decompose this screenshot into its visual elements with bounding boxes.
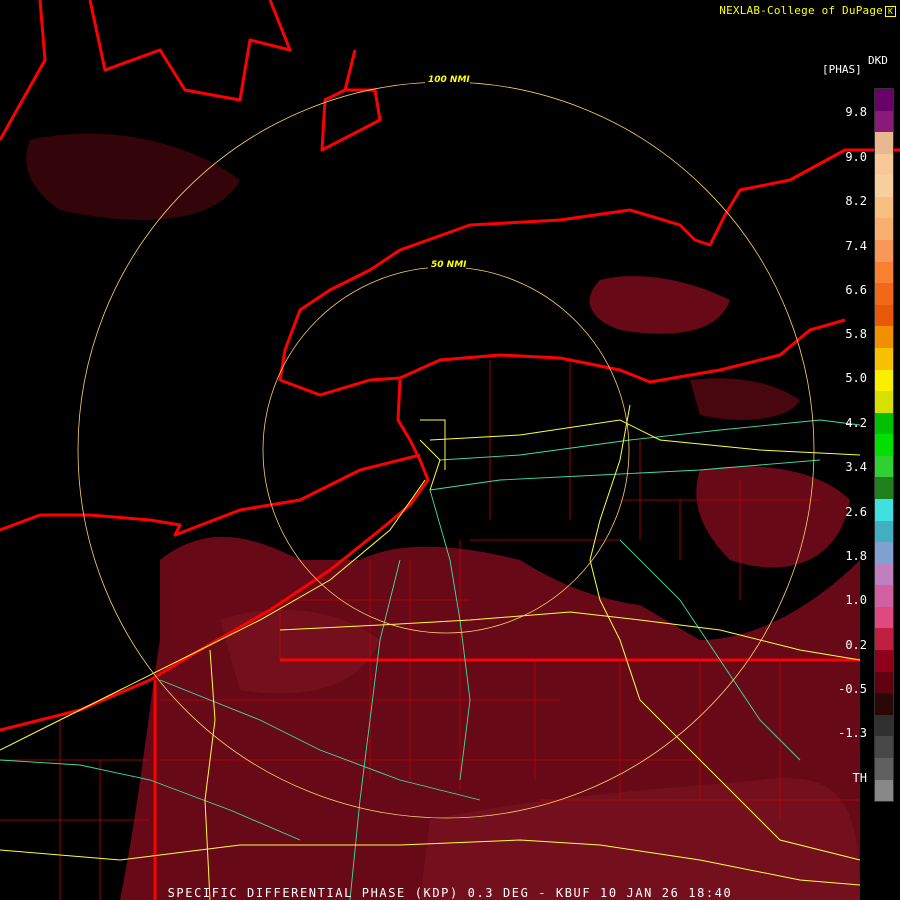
color-scale-tick: 3.4 [845,460,867,474]
color-swatch [875,261,893,284]
color-swatch [875,110,893,133]
color-swatch [875,542,893,564]
color-scale-tick: 4.2 [845,416,867,430]
color-swatch [875,240,893,262]
color-swatch [875,736,893,758]
color-scale-tick: 5.0 [845,371,867,385]
color-swatch [875,391,893,413]
color-swatch [875,196,893,219]
color-scale-tick: 5.8 [845,327,867,341]
color-scale-tick: -0.5 [838,682,867,696]
color-swatch [875,326,893,348]
color-scale-tick: 2.6 [845,505,867,519]
color-swatch [875,132,893,154]
credit-text: NEXLAB-College of DuPage [719,4,883,17]
color-swatch [875,585,893,607]
color-scale-tick: 9.8 [845,105,867,119]
color-scale-tick: 0.2 [845,638,867,652]
color-swatch [875,434,893,456]
color-swatch [875,175,893,197]
color-scale-bar [874,88,894,802]
color-swatch [875,563,893,586]
color-swatch [875,304,893,327]
color-swatch [875,89,893,111]
color-swatch [875,153,893,176]
color-scale-tick: -1.3 [838,726,867,740]
legend-unit: [PHAS] [822,63,862,76]
color-swatch [875,693,893,715]
color-swatch [875,455,893,478]
color-swatch [875,498,893,521]
credit-label: NEXLAB-College of DuPage K [719,4,896,17]
color-scale-tick: 7.4 [845,239,867,253]
color-scale-tick: 9.0 [845,150,867,164]
color-swatch [875,606,893,629]
color-swatch [875,218,893,241]
radar-echoes [26,133,860,900]
color-swatch [875,283,893,305]
radar-map: 50 NMI 100 NMI [0,0,900,900]
color-swatch [875,520,893,543]
color-scale-tick: 8.2 [845,194,867,208]
range-ring-label-50: 50 NMI [431,260,467,270]
color-swatch [875,779,893,802]
corner-logo-icon: K [885,5,896,17]
color-scale-tick: 1.0 [845,593,867,607]
range-ring-label-100: 100 NMI [428,75,470,85]
legend-product-code: DKD [868,54,888,67]
color-swatch [875,757,893,780]
color-swatch [875,650,893,672]
color-swatch [875,714,893,737]
color-swatch [875,369,893,392]
color-swatch [875,671,893,694]
product-title: SPECIFIC DIFFERENTIAL PHASE (KDP) 0.3 DE… [167,886,733,900]
color-scale-tick: 1.8 [845,549,867,563]
color-scale-tick: 6.6 [845,283,867,297]
color-scale-tick: TH [852,771,867,785]
color-swatch [875,347,893,370]
color-swatch [875,477,893,499]
color-swatch [875,628,893,651]
color-swatch [875,412,893,435]
